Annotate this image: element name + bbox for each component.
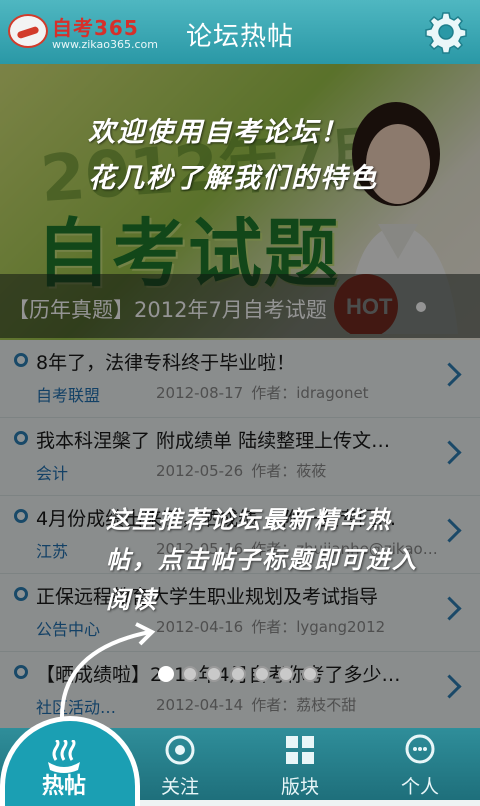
sections-icon [286, 736, 314, 764]
pager-dot[interactable] [158, 666, 174, 682]
settings-gear-icon[interactable] [424, 10, 468, 54]
follow-icon [165, 735, 195, 765]
tab-label: 个人 [400, 776, 439, 798]
pager-dot[interactable] [254, 666, 270, 682]
tab-sections[interactable]: 版块 [240, 728, 360, 800]
tab-label: 版块 [280, 776, 319, 798]
pager-dot[interactable] [206, 666, 222, 682]
pager-dot[interactable] [302, 666, 318, 682]
guide-welcome-line1: 欢迎使用自考论坛！ [88, 117, 349, 148]
profile-icon [405, 734, 435, 764]
guide-arrow-icon [59, 622, 156, 721]
guide-pager [158, 666, 326, 686]
pager-dot[interactable] [182, 666, 198, 682]
header-bar: 自考365 www.zikao365.com 论坛热帖 [0, 0, 480, 64]
guide-welcome-line2: 花几秒了解我们的特色 [88, 163, 378, 194]
page-title: 论坛热帖 [185, 22, 294, 52]
tab-profile[interactable]: 个人 [360, 728, 480, 800]
tab-label-active: 热帖 [41, 774, 86, 799]
guide-welcome-tip: 欢迎使用自考论坛！ 花几秒了解我们的特色 [88, 110, 378, 202]
pager-dot[interactable] [278, 666, 294, 682]
guide-hot-posts-tip: 这里推荐论坛最新精华热帖，点击帖子标题即可进入阅读 [106, 505, 418, 614]
pager-dot[interactable] [230, 666, 246, 682]
